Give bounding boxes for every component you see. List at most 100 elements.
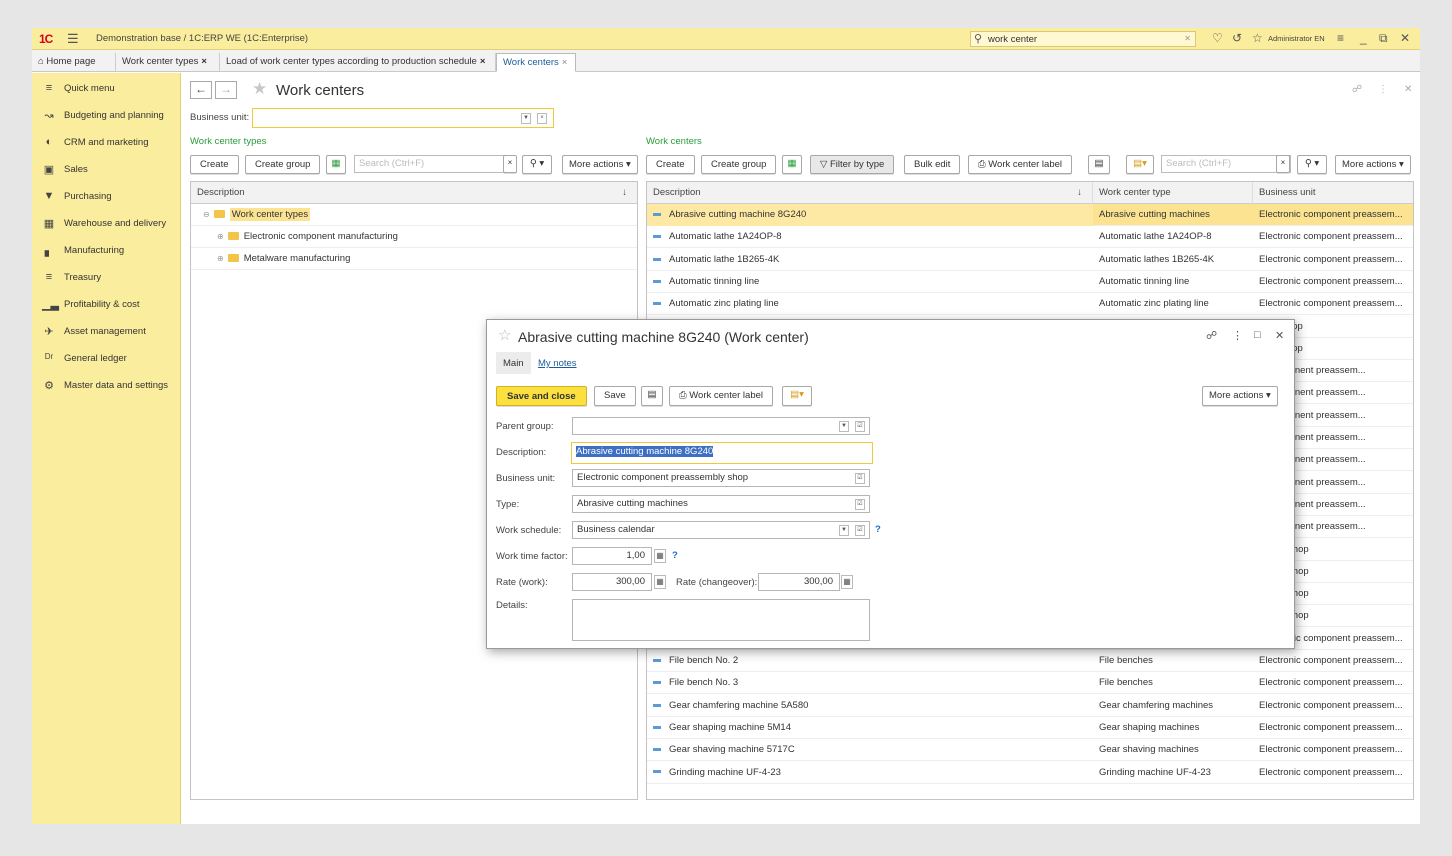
back-button[interactable]: ←: [190, 81, 212, 99]
clear-search-right-icon[interactable]: ×: [1276, 155, 1290, 173]
table-row[interactable]: File bench No. 3 File benches Electronic c…: [647, 672, 1413, 695]
clear-search-icon[interactable]: ✕: [1184, 34, 1191, 43]
create-group-right-button[interactable]: Create group: [701, 155, 777, 174]
details-field[interactable]: [572, 599, 870, 641]
table-row[interactable]: Automatic lathe 1A24OP-8 Automatic lathe …: [647, 226, 1413, 249]
table-row[interactable]: Abrasive cutting machine 8G240 Abrasive c…: [647, 204, 1413, 226]
close-window-icon[interactable]: ✕: [1400, 31, 1410, 45]
table-row[interactable]: Automatic tinning line Automatic tinning …: [647, 271, 1413, 293]
close-form-icon[interactable]: ✕: [1404, 84, 1412, 95]
link-icon[interactable]: ☍: [1352, 84, 1362, 95]
sidebar-item-budgeting[interactable]: ↝ Budgeting and planning: [32, 106, 181, 128]
sidebar-item-crm[interactable]: ◐ CRM and marketing: [32, 133, 181, 155]
save-and-close-button[interactable]: Save and close: [496, 386, 587, 406]
search-right-icon[interactable]: ⚲ ▾: [1297, 155, 1327, 174]
column-description[interactable]: Description ↓: [191, 182, 637, 204]
close-tab-icon[interactable]: ×: [201, 56, 207, 67]
sidebar-item-profitability[interactable]: ▁▃ Profitability & cost: [32, 295, 181, 317]
work-center-label-button[interactable]: ⎙ Work center label: [669, 386, 773, 406]
tab-work-centers[interactable]: Work centers ×: [496, 53, 576, 72]
rate-changeover-field[interactable]: 300,00: [758, 573, 840, 591]
sidebar-item-quick-menu[interactable]: ≡ Quick menu: [32, 79, 181, 101]
expand-icon[interactable]: ⊕: [217, 232, 224, 241]
table-row[interactable]: Gear shaving machine 5717C Gear shaving m…: [647, 739, 1413, 762]
more-actions-right-button[interactable]: More actions ▾: [1335, 155, 1411, 174]
calculator-icon[interactable]: ▦: [654, 549, 666, 563]
work-time-factor-field[interactable]: 1,00: [572, 547, 652, 565]
refresh-icon[interactable]: ▦: [326, 155, 346, 174]
report-icon[interactable]: ▤: [1088, 155, 1110, 174]
column-business-unit[interactable]: Business unit: [1253, 182, 1413, 204]
help-icon[interactable]: ?: [672, 550, 678, 561]
description-field[interactable]: Abrasive cutting machine 8G240: [571, 442, 873, 464]
forward-button[interactable]: →: [215, 81, 237, 99]
calculator-icon[interactable]: ▦: [654, 575, 666, 589]
tab-my-notes[interactable]: My notes: [531, 352, 584, 374]
table-row[interactable]: Automatic lathe 1B265-4K Automatic lathes…: [647, 249, 1413, 271]
attach-file-icon[interactable]: ▤▾: [1126, 155, 1154, 174]
tree-row-metalware[interactable]: ⊕ Metalware manufacturing: [191, 248, 637, 270]
link-icon[interactable]: ☍: [1206, 329, 1217, 342]
favorite-star-icon[interactable]: ☆: [498, 326, 511, 344]
tab-main[interactable]: Main: [496, 352, 531, 374]
bulk-edit-button[interactable]: Bulk edit: [904, 155, 961, 174]
sidebar-item-warehouse[interactable]: ▦ Warehouse and delivery: [32, 214, 181, 236]
business-unit-filter[interactable]: ▼ ×: [252, 108, 554, 128]
user-name[interactable]: Administrator EN: [1268, 34, 1325, 43]
minimize-icon[interactable]: _: [1360, 31, 1367, 45]
work-schedule-field[interactable]: Business calendar ▼ ☑: [572, 521, 870, 539]
sidebar-item-master-data[interactable]: ⚙ Master data and settings: [32, 376, 181, 398]
report-icon[interactable]: ▤: [641, 386, 663, 406]
rate-work-field[interactable]: 300,00: [572, 573, 652, 591]
favorite-star-icon[interactable]: ★: [252, 79, 267, 99]
global-search-input[interactable]: ⚲ work center ✕: [970, 31, 1196, 47]
more-actions-left-button[interactable]: More actions ▾: [562, 155, 638, 174]
dropdown-icon[interactable]: ▼: [839, 421, 849, 432]
parent-group-field[interactable]: ▼ ☑: [572, 417, 870, 435]
sidebar-item-asset-management[interactable]: ✈ Asset management: [32, 322, 181, 344]
maximize-icon[interactable]: □: [1254, 329, 1261, 341]
dropdown-icon[interactable]: ▼: [521, 113, 531, 124]
types-search-input[interactable]: Search (Ctrl+F): [354, 155, 514, 173]
bell-icon[interactable]: ♡: [1212, 31, 1223, 45]
close-tab-icon[interactable]: ×: [562, 57, 568, 68]
work-center-label-button[interactable]: ⎙ Work center label: [968, 155, 1072, 174]
refresh-right-icon[interactable]: ▦: [782, 155, 802, 174]
open-icon[interactable]: ☑: [855, 525, 865, 536]
create-group-button[interactable]: Create group: [245, 155, 321, 174]
main-menu-icon[interactable]: ☰: [67, 31, 79, 47]
table-row[interactable]: Gear chamfering machine 5A580 Gear chamfe…: [647, 695, 1413, 717]
close-tab-icon[interactable]: ×: [480, 56, 486, 67]
tab-work-center-types[interactable]: Work center types ×: [116, 53, 220, 72]
collapse-icon[interactable]: ⊖: [203, 210, 210, 219]
dropdown-icon[interactable]: ▼: [839, 525, 849, 536]
tree-row-root[interactable]: ⊖ Work center types: [191, 204, 637, 226]
table-row[interactable]: Automatic zinc plating line Automatic zin…: [647, 293, 1413, 316]
sidebar-item-general-ledger[interactable]: Dr General ledger: [32, 349, 181, 371]
favorites-icon[interactable]: ☆: [1252, 31, 1263, 45]
create-type-button[interactable]: Create: [190, 155, 239, 174]
table-row[interactable]: File bench No. 2 File benches Electronic c…: [647, 650, 1413, 672]
more-actions-dialog-button[interactable]: More actions ▾: [1202, 386, 1278, 406]
clear-search-icon[interactable]: ×: [503, 155, 517, 173]
save-button[interactable]: Save: [594, 386, 636, 406]
attach-file-icon[interactable]: ▤▾: [782, 386, 812, 406]
open-icon[interactable]: ☑: [855, 421, 865, 432]
sidebar-item-sales[interactable]: ▣ Sales: [32, 160, 181, 182]
tab-home-page[interactable]: ⌂ Home page: [32, 53, 116, 72]
expand-icon[interactable]: ⊕: [217, 254, 224, 263]
open-icon[interactable]: ☑: [855, 499, 865, 510]
create-work-center-button[interactable]: Create: [646, 155, 695, 174]
tree-row-electronic[interactable]: ⊕ Electronic component manufacturing: [191, 226, 637, 248]
sidebar-item-treasury[interactable]: ≡ Treasury: [32, 268, 181, 290]
filter-by-type-button[interactable]: ▽ Filter by type: [810, 155, 895, 174]
close-dialog-icon[interactable]: ✕: [1275, 329, 1284, 342]
column-description[interactable]: Description ↓: [647, 182, 1093, 204]
restore-icon[interactable]: ⧉: [1379, 31, 1388, 46]
business-unit-field[interactable]: Electronic component preassembly shop ☑: [572, 469, 870, 487]
tab-load-of-work-center-types[interactable]: Load of work center types according to p…: [220, 53, 496, 72]
table-row[interactable]: Grinding machine UF-4-23 Grinding machine…: [647, 762, 1413, 784]
column-work-center-type[interactable]: Work center type: [1093, 182, 1253, 204]
clear-icon[interactable]: ×: [537, 113, 547, 124]
calculator-icon[interactable]: ▦: [841, 575, 853, 589]
